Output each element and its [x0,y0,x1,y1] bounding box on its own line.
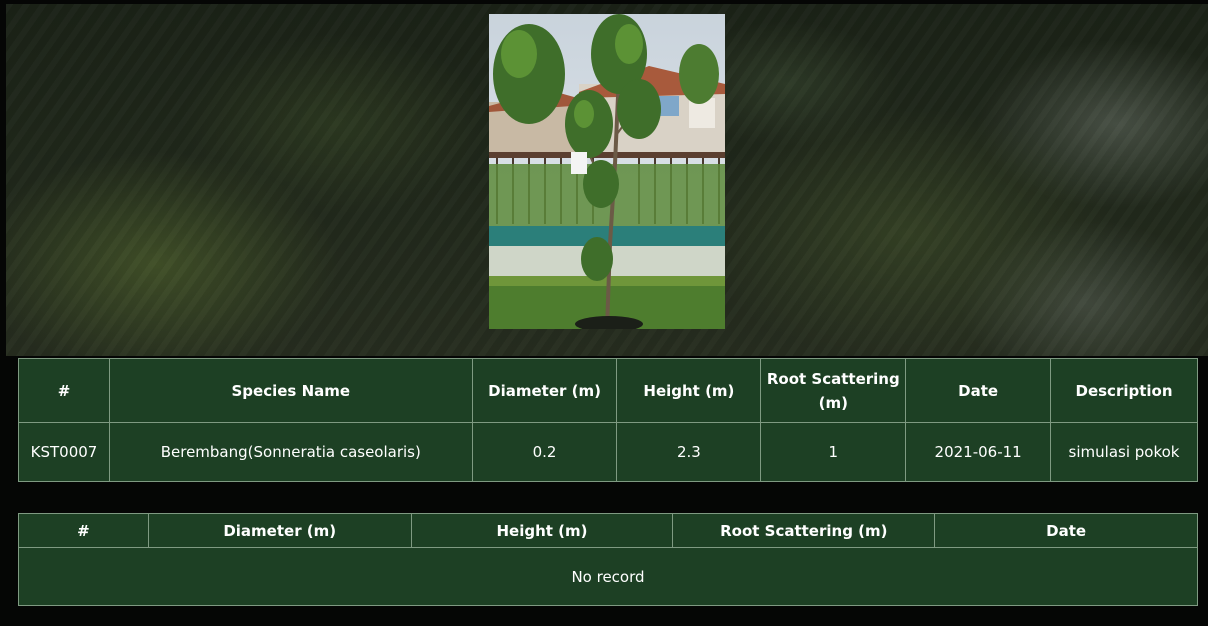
column-header-height: Height (m) [410,513,674,548]
cell-diameter: 0.2 [471,422,618,482]
growth-history-table: # Diameter (m) Height (m) Root Scatterin… [18,513,1198,606]
page: # Species Name Diameter (m) Height (m) R… [0,0,1208,626]
table-header-row: # Diameter (m) Height (m) Root Scatterin… [18,513,1198,548]
column-header-root-scattering: Root Scattering (m) [672,513,936,548]
empty-row: No record [18,547,1198,606]
column-header-id: # [18,513,149,548]
column-header-height: Height (m) [616,358,762,423]
column-header-root-scattering: Root Scattering (m) [760,358,907,423]
column-header-id: # [18,358,110,423]
column-header-date: Date [934,513,1198,548]
column-header-diameter: Diameter (m) [471,358,618,423]
cell-description: simulasi pokok [1050,422,1198,482]
column-header-date: Date [905,358,1052,423]
no-record-message: No record [18,547,1198,606]
column-header-diameter: Diameter (m) [147,513,412,548]
column-header-description: Description [1050,358,1198,423]
tree-info-table: # Species Name Diameter (m) Height (m) R… [18,358,1198,482]
table-header-row: # Species Name Diameter (m) Height (m) R… [18,358,1198,423]
column-header-species: Species Name [108,358,473,423]
tree-photo [489,14,725,329]
cell-species: Berembang(Sonneratia caseolaris) [108,422,473,482]
table-row: KST0007 Berembang(Sonneratia caseolaris)… [18,422,1198,482]
cell-root-scattering: 1 [760,422,907,482]
cell-id: KST0007 [18,422,110,482]
cell-date: 2021-06-11 [905,422,1052,482]
cell-height: 2.3 [616,422,762,482]
